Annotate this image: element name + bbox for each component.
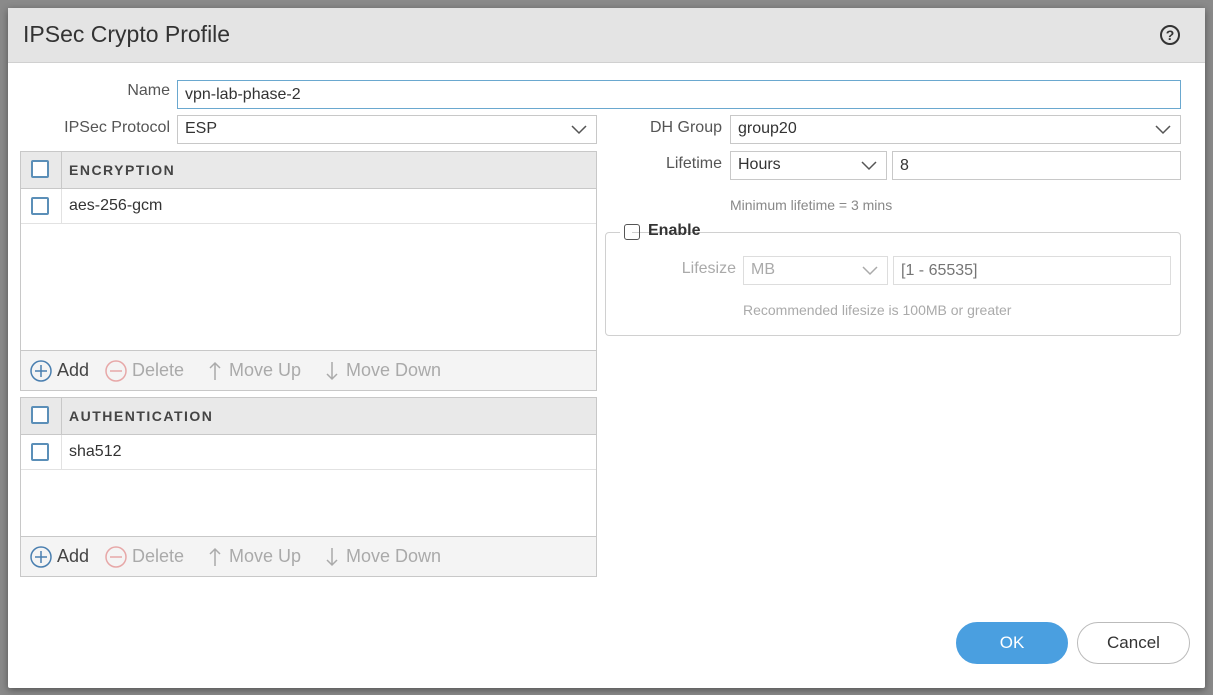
authentication-cell: sha512 bbox=[61, 435, 122, 469]
dialog-titlebar: IPSec Crypto Profile ? bbox=[8, 8, 1205, 63]
delete-circle-icon bbox=[105, 546, 127, 568]
encryption-select-all-checkbox[interactable] bbox=[31, 160, 49, 178]
dh-group-label: DH Group bbox=[649, 119, 722, 136]
encryption-cell: aes-256-gcm bbox=[61, 189, 162, 223]
row-checkbox[interactable] bbox=[31, 197, 49, 215]
encryption-grid: ENCRYPTION aes-256-gcm bbox=[20, 151, 597, 351]
lifesize-label: Lifesize bbox=[681, 260, 736, 277]
authentication-move-down-button[interactable]: Move Down bbox=[322, 537, 441, 576]
add-label: Add bbox=[57, 546, 90, 566]
ipsec-protocol-value: ESP bbox=[185, 120, 218, 137]
move-down-label: Move Down bbox=[346, 360, 442, 380]
ipsec-crypto-profile-dialog: IPSec Crypto Profile ? Name IPSec Protoc… bbox=[8, 8, 1205, 688]
ipsec-protocol-select[interactable]: ESP bbox=[177, 115, 597, 144]
encryption-column-header: ENCRYPTION bbox=[61, 152, 569, 188]
ok-button[interactable]: OK bbox=[956, 622, 1068, 664]
dialog-title: IPSec Crypto Profile bbox=[23, 21, 231, 47]
ipsec-protocol-label: IPSec Protocol bbox=[64, 119, 170, 136]
dh-group-select[interactable]: group20 bbox=[730, 115, 1181, 144]
authentication-toolbar: Add Delete Move Up Move Down bbox=[20, 536, 597, 577]
lifesize-unit-select[interactable]: MB bbox=[743, 256, 888, 285]
encryption-grid-header: ENCRYPTION bbox=[21, 152, 596, 189]
chevron-down-icon bbox=[1155, 125, 1171, 135]
name-label: Name bbox=[127, 82, 170, 99]
lifetime-unit-value: Hours bbox=[738, 156, 781, 173]
table-row[interactable]: aes-256-gcm bbox=[21, 189, 596, 224]
enable-label: Enable bbox=[648, 222, 701, 239]
chevron-down-icon bbox=[571, 125, 587, 135]
row-checkbox[interactable] bbox=[31, 443, 49, 461]
authentication-move-up-button[interactable]: Move Up bbox=[205, 537, 301, 576]
cancel-button[interactable]: Cancel bbox=[1077, 622, 1190, 664]
move-up-label: Move Up bbox=[229, 360, 302, 380]
add-circle-icon bbox=[30, 546, 52, 568]
delete-label: Delete bbox=[132, 360, 185, 380]
enable-toggle[interactable]: Enable bbox=[620, 222, 700, 242]
delete-label: Delete bbox=[132, 546, 185, 566]
arrow-down-icon bbox=[326, 548, 338, 567]
arrow-up-icon bbox=[209, 547, 221, 566]
chevron-down-icon bbox=[861, 161, 877, 171]
authentication-grid: AUTHENTICATION sha512 bbox=[20, 397, 597, 537]
authentication-grid-header: AUTHENTICATION bbox=[21, 398, 596, 435]
encryption-add-button[interactable]: Add bbox=[30, 351, 89, 390]
add-label: Add bbox=[57, 360, 90, 380]
encryption-move-down-button[interactable]: Move Down bbox=[322, 351, 441, 390]
lifesize-unit-value: MB bbox=[751, 261, 775, 278]
encryption-delete-button[interactable]: Delete bbox=[105, 351, 184, 390]
help-icon[interactable]: ? bbox=[1160, 25, 1180, 45]
encryption-toolbar: Add Delete Move Up Move Down bbox=[20, 350, 597, 391]
chevron-down-icon bbox=[862, 266, 878, 276]
lifetime-hint: Minimum lifetime = 3 mins bbox=[730, 197, 893, 213]
move-down-label: Move Down bbox=[346, 546, 442, 566]
lifesize-input[interactable] bbox=[893, 256, 1171, 285]
authentication-column-header: AUTHENTICATION bbox=[61, 398, 569, 434]
name-input[interactable] bbox=[177, 80, 1181, 109]
add-circle-icon bbox=[30, 360, 52, 382]
authentication-add-button[interactable]: Add bbox=[30, 537, 89, 576]
enable-checkbox[interactable] bbox=[624, 224, 640, 240]
lifetime-input[interactable] bbox=[892, 151, 1181, 180]
authentication-select-all-checkbox[interactable] bbox=[31, 406, 49, 424]
authentication-delete-button[interactable]: Delete bbox=[105, 537, 184, 576]
arrow-up-icon bbox=[209, 361, 221, 380]
dh-group-value: group20 bbox=[738, 120, 797, 137]
delete-circle-icon bbox=[105, 360, 127, 382]
encryption-move-up-button[interactable]: Move Up bbox=[205, 351, 301, 390]
lifetime-label: Lifetime bbox=[665, 155, 722, 172]
table-row[interactable]: sha512 bbox=[21, 435, 596, 470]
arrow-down-icon bbox=[326, 362, 338, 381]
move-up-label: Move Up bbox=[229, 546, 302, 566]
lifesize-hint: Recommended lifesize is 100MB or greater bbox=[743, 302, 1012, 318]
lifetime-unit-select[interactable]: Hours bbox=[730, 151, 887, 180]
